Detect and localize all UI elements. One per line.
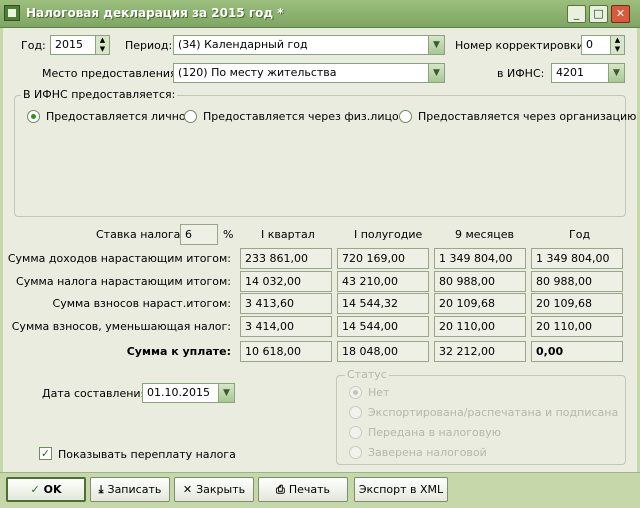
- tax-rate-label: Ставка налога:: [96, 228, 185, 241]
- spinner-arrows-icon[interactable]: ▲ ▼: [95, 36, 109, 54]
- button-bar: ✓ OK ⤓ Записать ✕ Закрыть ⎙ Печать Экспорт в…: [0, 472, 640, 508]
- radio-via-organization-label[interactable]: Предоставляется через организацию: [418, 110, 636, 123]
- cell-reducing-year[interactable]: 20 110,00: [531, 316, 623, 337]
- ifns-delivery-group: В ИФНС предоставляется: Предоставляется …: [14, 88, 636, 217]
- correction-label: Номер корректировки:: [455, 39, 588, 52]
- radio-via-organization[interactable]: [399, 110, 412, 123]
- chevron-down-icon[interactable]: ▼: [428, 64, 444, 82]
- cell-tax-9m[interactable]: 80 988,00: [434, 271, 526, 292]
- period-label: Период:: [125, 39, 173, 52]
- cell-income-year[interactable]: 1 349 804,00: [531, 248, 623, 269]
- tax-rate-field[interactable]: 6: [180, 224, 218, 245]
- chevron-down-icon[interactable]: ▼: [608, 64, 624, 82]
- date-picker[interactable]: 01.10.2015 ▼: [142, 383, 235, 403]
- printer-icon: ⎙: [276, 483, 285, 496]
- save-button[interactable]: ⤓ Записать: [90, 477, 170, 502]
- check-icon: ✓: [30, 483, 40, 496]
- close-button-label: Закрыть: [196, 483, 246, 496]
- cell-payable-h1[interactable]: 18 048,00: [337, 341, 429, 362]
- column-header-h1: I полугодие: [354, 228, 423, 241]
- row-label-income: Сумма доходов нарастающим итогом:: [7, 252, 231, 265]
- cell-income-q1[interactable]: 233 861,00: [240, 248, 332, 269]
- period-select[interactable]: (34) Календарный год ▼: [173, 35, 445, 55]
- main-panel: Год: 2015 ▲ ▼ Период: (34) Календарный го…: [3, 28, 637, 472]
- place-value: (120) По месту жительства: [178, 66, 337, 79]
- ifns-group-title: В ИФНС предоставляется:: [21, 88, 178, 101]
- cell-reducing-h1[interactable]: 14 544,00: [337, 316, 429, 337]
- cell-contributions-9m[interactable]: 20 109,68: [434, 293, 526, 314]
- x-icon: ✕: [182, 483, 193, 496]
- export-xml-button-label: Экспорт в XML: [358, 483, 444, 496]
- cell-payable-q1[interactable]: 10 618,00: [240, 341, 332, 362]
- radio-status-certified[interactable]: [349, 446, 362, 459]
- cell-tax-q1[interactable]: 14 032,00: [240, 271, 332, 292]
- status-group-title: Статус: [345, 368, 389, 381]
- save-button-label: Записать: [107, 483, 162, 496]
- ifns-select[interactable]: 4201 ▼: [551, 63, 625, 83]
- print-button-label: Печать: [288, 483, 330, 496]
- place-label: Место предоставления:: [42, 67, 181, 80]
- cell-contributions-h1[interactable]: 14 544,32: [337, 293, 429, 314]
- cell-payable-year[interactable]: 0,00: [531, 341, 623, 362]
- radio-status-none[interactable]: [349, 386, 362, 399]
- place-select[interactable]: (120) По месту жительства ▼: [173, 63, 445, 83]
- ifns-label: в ИФНС:: [497, 67, 545, 80]
- date-value: 01.10.2015: [147, 386, 210, 399]
- cell-reducing-9m[interactable]: 20 110,00: [434, 316, 526, 337]
- cell-tax-h1[interactable]: 43 210,00: [337, 271, 429, 292]
- radio-via-person-label[interactable]: Предоставляется через физ.лицо: [203, 110, 399, 123]
- column-header-9m: 9 месяцев: [455, 228, 514, 241]
- show-overpayment-label[interactable]: Показывать переплату налога: [58, 448, 236, 461]
- row-label-reducing: Сумма взносов, уменьшающая налог:: [11, 320, 231, 333]
- year-spinner[interactable]: 2015 ▲ ▼: [50, 35, 110, 55]
- title-bar: Налоговая декларация за 2015 год * _ □ ✕: [0, 0, 640, 28]
- export-xml-button[interactable]: Экспорт в XML: [354, 477, 448, 502]
- save-arrow-icon: ⤓: [98, 483, 104, 496]
- column-header-q1: I квартал: [261, 228, 315, 241]
- row-label-contributions: Сумма взносов нараст.итогом:: [52, 297, 231, 310]
- cell-contributions-year[interactable]: 20 109,68: [531, 293, 623, 314]
- cell-income-h1[interactable]: 720 169,00: [337, 248, 429, 269]
- year-label: Год:: [21, 39, 46, 52]
- cell-contributions-q1[interactable]: 3 413,60: [240, 293, 332, 314]
- cell-reducing-q1[interactable]: 3 414,00: [240, 316, 332, 337]
- tax-rate-unit: %: [223, 228, 234, 241]
- radio-status-exported[interactable]: [349, 406, 362, 419]
- ok-button-label: OK: [43, 483, 62, 496]
- window-title: Налоговая декларация за 2015 год *: [26, 6, 284, 20]
- year-value: 2015: [55, 38, 83, 51]
- correction-spinner[interactable]: 0 ▲ ▼: [581, 35, 625, 55]
- chevron-down-icon[interactable]: ▼: [428, 36, 444, 54]
- row-label-tax: Сумма налога нарастающим итогом:: [16, 275, 231, 288]
- radio-in-person[interactable]: [27, 110, 40, 123]
- radio-status-none-label[interactable]: Нет: [368, 386, 389, 399]
- period-value: (34) Календарный год: [178, 38, 308, 51]
- radio-in-person-label[interactable]: Предоставляется лично: [46, 110, 186, 123]
- cell-income-9m[interactable]: 1 349 804,00: [434, 248, 526, 269]
- tax-rate-value: 6: [185, 228, 192, 241]
- radio-status-certified-label[interactable]: Заверена налоговой: [368, 446, 487, 459]
- column-header-year: Год: [569, 228, 591, 241]
- app-icon: [4, 5, 20, 21]
- status-group: Статус Нет Экспортирована/распечатана и …: [336, 368, 626, 465]
- radio-status-submitted-label[interactable]: Передана в налоговую: [368, 426, 501, 439]
- ok-button[interactable]: ✓ OK: [6, 477, 86, 502]
- cell-payable-9m[interactable]: 32 212,00: [434, 341, 526, 362]
- radio-via-person[interactable]: [184, 110, 197, 123]
- correction-value: 0: [586, 38, 593, 51]
- show-overpayment-checkbox[interactable]: ✓: [39, 447, 52, 460]
- print-button[interactable]: ⎙ Печать: [258, 477, 348, 502]
- ifns-value: 4201: [556, 66, 584, 79]
- close-window-button[interactable]: ✕: [611, 5, 630, 23]
- cell-tax-year[interactable]: 80 988,00: [531, 271, 623, 292]
- spinner-arrows-icon[interactable]: ▲ ▼: [610, 36, 624, 54]
- radio-status-submitted[interactable]: [349, 426, 362, 439]
- radio-status-exported-label[interactable]: Экспортирована/распечатана и подписана: [368, 406, 618, 419]
- chevron-down-icon[interactable]: ▼: [218, 384, 234, 402]
- row-label-payable: Сумма к уплате:: [126, 345, 231, 358]
- maximize-button[interactable]: □: [589, 5, 608, 23]
- close-button[interactable]: ✕ Закрыть: [174, 477, 254, 502]
- date-label: Дата составления:: [42, 387, 151, 400]
- minimize-button[interactable]: _: [567, 5, 586, 23]
